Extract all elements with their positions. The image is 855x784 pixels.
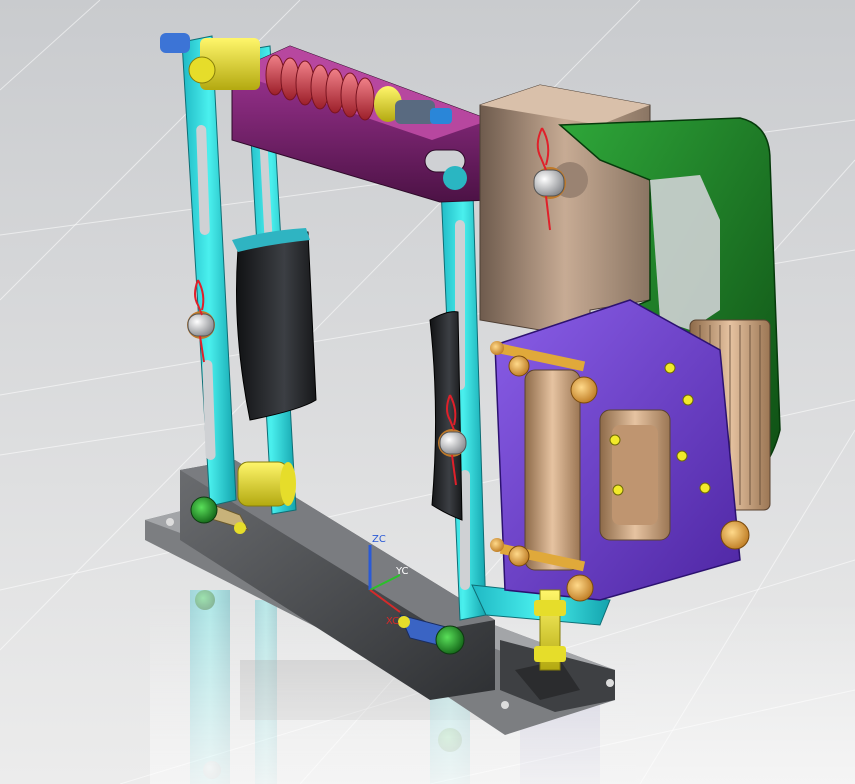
y-axis-label: YC — [395, 566, 409, 577]
cad-viewport[interactable]: ZC YC XC — [0, 0, 855, 784]
x-axis-label: XC — [386, 616, 399, 627]
model-canvas[interactable]: ZC YC XC — [0, 0, 855, 784]
left-brake-shoe[interactable] — [232, 228, 317, 421]
bottom-roller[interactable] — [237, 461, 296, 507]
z-axis-label: ZC — [372, 534, 386, 545]
